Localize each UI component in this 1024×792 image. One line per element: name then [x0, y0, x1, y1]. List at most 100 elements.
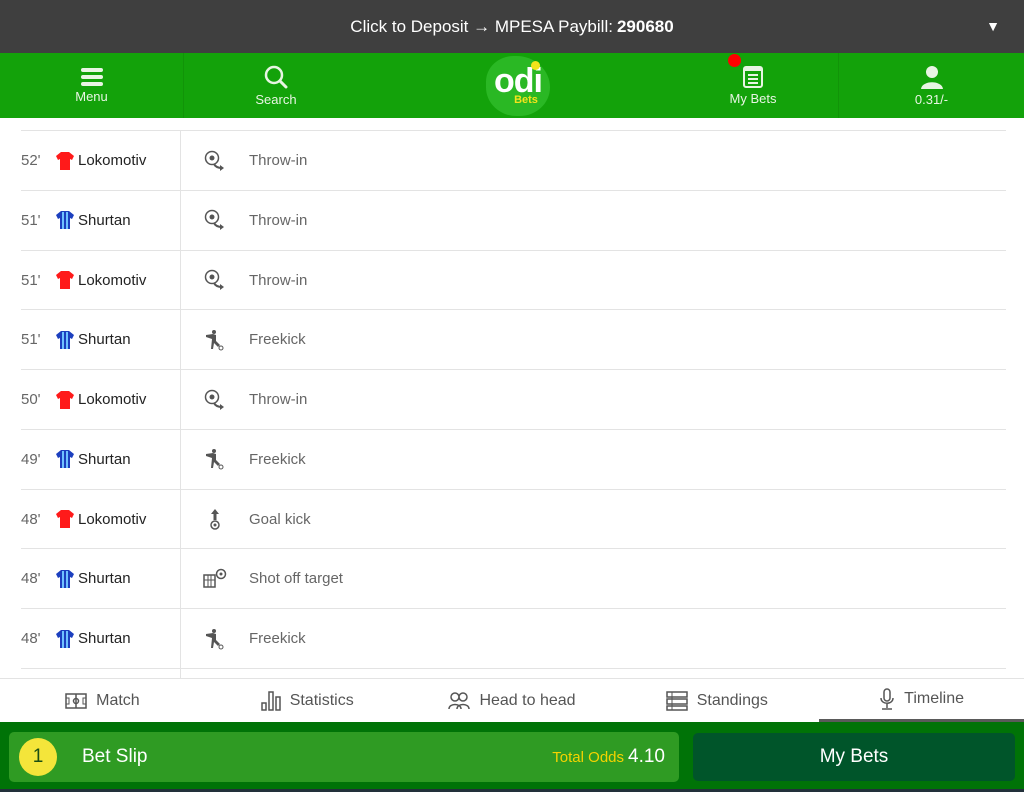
- total-odds-value: 4.10: [628, 746, 665, 767]
- event-label: Throw-in: [249, 152, 308, 169]
- logo-text: odi: [494, 61, 543, 100]
- event-team: Lokomotiv: [55, 131, 181, 190]
- event-minute: 52': [21, 152, 41, 169]
- timeline-row: 51' Lokomotiv Throw-in: [21, 249, 1006, 310]
- event-icon-wrap: [181, 209, 249, 231]
- event-minute: 49': [21, 450, 41, 468]
- event-team: Shurtan: [55, 190, 181, 250]
- throw-in-icon: [204, 210, 224, 231]
- tab-match[interactable]: Match: [0, 679, 205, 722]
- hamburger-icon: [80, 67, 103, 86]
- freekick-icon: [206, 628, 224, 649]
- event-minute: 51': [21, 271, 41, 289]
- event-label: Goal kick: [249, 510, 311, 528]
- throw-in-icon: [204, 389, 224, 410]
- tab-match-label: Match: [96, 691, 140, 709]
- team-name: Shurtan: [78, 570, 131, 588]
- main-nav: Menu Search odi Bets My Bets 0.31/-: [0, 53, 1024, 118]
- event-label: Freekick: [249, 450, 306, 468]
- team-name: Lokomotiv: [78, 271, 147, 289]
- mybets-label: My Bets: [729, 90, 777, 106]
- users-icon: [448, 691, 471, 709]
- event-team: Shurtan: [55, 549, 181, 609]
- mybets-button[interactable]: My Bets: [693, 733, 1015, 781]
- event-icon-wrap: [181, 269, 249, 291]
- deposit-banner[interactable]: Click to Deposit → MPESA Paybill: 290680…: [0, 0, 1024, 53]
- betslip-count-badge: 1: [19, 738, 57, 776]
- event-icon-wrap: [181, 448, 249, 470]
- betslip-list-icon: [743, 65, 763, 88]
- tab-timeline-label: Timeline: [904, 690, 965, 707]
- deposit-text: Click to Deposit → MPESA Paybill:: [350, 16, 613, 36]
- team-name: Lokomotiv: [78, 391, 147, 408]
- blue-striped-kit-icon: [56, 629, 74, 648]
- account-button[interactable]: 0.31/-: [839, 53, 1024, 118]
- betslip-button[interactable]: 1 Bet Slip Total Odds 4.10: [9, 732, 679, 782]
- paybill-number: 290680: [616, 16, 674, 36]
- event-team: Shurtan: [55, 429, 181, 489]
- microphone-icon: [880, 688, 894, 710]
- timeline-list[interactable]: 52' Lokomotiv Throw-in 51' Shurtan Throw-in 51…: [21, 118, 1006, 678]
- event-minute: 48': [21, 510, 41, 528]
- red-kit-icon: [56, 151, 74, 170]
- tab-statistics-label: Statistics: [289, 691, 354, 709]
- mybets-nav-button[interactable]: My Bets: [668, 53, 839, 118]
- search-label: Search: [255, 91, 297, 107]
- tab-statistics[interactable]: Statistics: [205, 679, 410, 722]
- team-name: Lokomotiv: [78, 152, 147, 169]
- pitch-icon: [65, 692, 87, 709]
- timeline-row: 51' Shurtan Throw-in: [21, 189, 1006, 250]
- event-icon-wrap: [181, 389, 249, 411]
- dropdown-caret-icon[interactable]: ▼: [986, 18, 1000, 34]
- event-label: Freekick: [249, 630, 306, 647]
- search-button[interactable]: Search: [184, 53, 368, 118]
- event-icon-wrap: [181, 628, 249, 650]
- timeline-row: 52' Lokomotiv Throw-in: [21, 130, 1006, 190]
- red-kit-icon: [56, 271, 74, 289]
- timeline-row-partial: [21, 667, 1006, 678]
- blue-striped-kit-icon: [56, 211, 74, 230]
- total-odds: Total Odds 4.10: [552, 746, 665, 768]
- event-minute: 51': [21, 211, 41, 229]
- shot-off-target-icon: [203, 568, 227, 588]
- goal-kick-icon: [210, 509, 220, 530]
- event-icon-wrap: [181, 329, 249, 351]
- user-icon: [920, 65, 943, 89]
- team-name: Shurtan: [78, 331, 131, 349]
- event-team: Shurtan: [55, 310, 181, 370]
- timeline-row: 51' Shurtan Freekick: [21, 309, 1006, 370]
- blue-striped-kit-icon: [56, 330, 74, 349]
- event-team: Lokomotiv: [55, 370, 181, 429]
- timeline-row: 48' Shurtan Shot off target: [21, 548, 1006, 609]
- event-minute: 48': [21, 570, 41, 588]
- event-label: Throw-in: [249, 211, 308, 229]
- tab-head-to-head-label: Head to head: [479, 691, 576, 709]
- event-team: Lokomotiv: [55, 489, 181, 549]
- timeline-row: 50' Lokomotiv Throw-in: [21, 369, 1006, 429]
- total-odds-label: Total Odds: [552, 749, 625, 766]
- event-icon-wrap: [181, 508, 249, 530]
- freekick-icon: [206, 449, 224, 470]
- event-label: Shot off target: [249, 570, 343, 588]
- search-icon: [264, 65, 288, 88]
- event-team: Lokomotiv: [55, 250, 181, 310]
- red-kit-icon: [56, 510, 74, 528]
- balance-label: 0.31/-: [914, 91, 949, 107]
- tab-standings[interactable]: Standings: [614, 679, 819, 722]
- menu-label: Menu: [75, 88, 108, 104]
- bar-chart-icon: [260, 690, 281, 711]
- odibets-logo[interactable]: odi Bets: [368, 53, 668, 118]
- red-kit-icon: [56, 390, 74, 409]
- blue-striped-kit-icon: [56, 569, 74, 588]
- betslip-label: Bet Slip: [82, 746, 148, 767]
- tab-head-to-head[interactable]: Head to head: [410, 679, 615, 722]
- match-tabs: Match Statistics Head to head Standings …: [0, 678, 1024, 722]
- table-icon: [665, 690, 688, 711]
- timeline-row: 49' Shurtan Freekick: [21, 428, 1006, 489]
- timeline-row: 48' Lokomotiv Goal kick: [21, 488, 1006, 549]
- event-label: Throw-in: [249, 271, 308, 289]
- menu-button[interactable]: Menu: [0, 53, 184, 118]
- event-team: Shurtan: [55, 609, 181, 668]
- event-minute: 50': [21, 391, 41, 408]
- tab-timeline[interactable]: Timeline: [819, 679, 1024, 722]
